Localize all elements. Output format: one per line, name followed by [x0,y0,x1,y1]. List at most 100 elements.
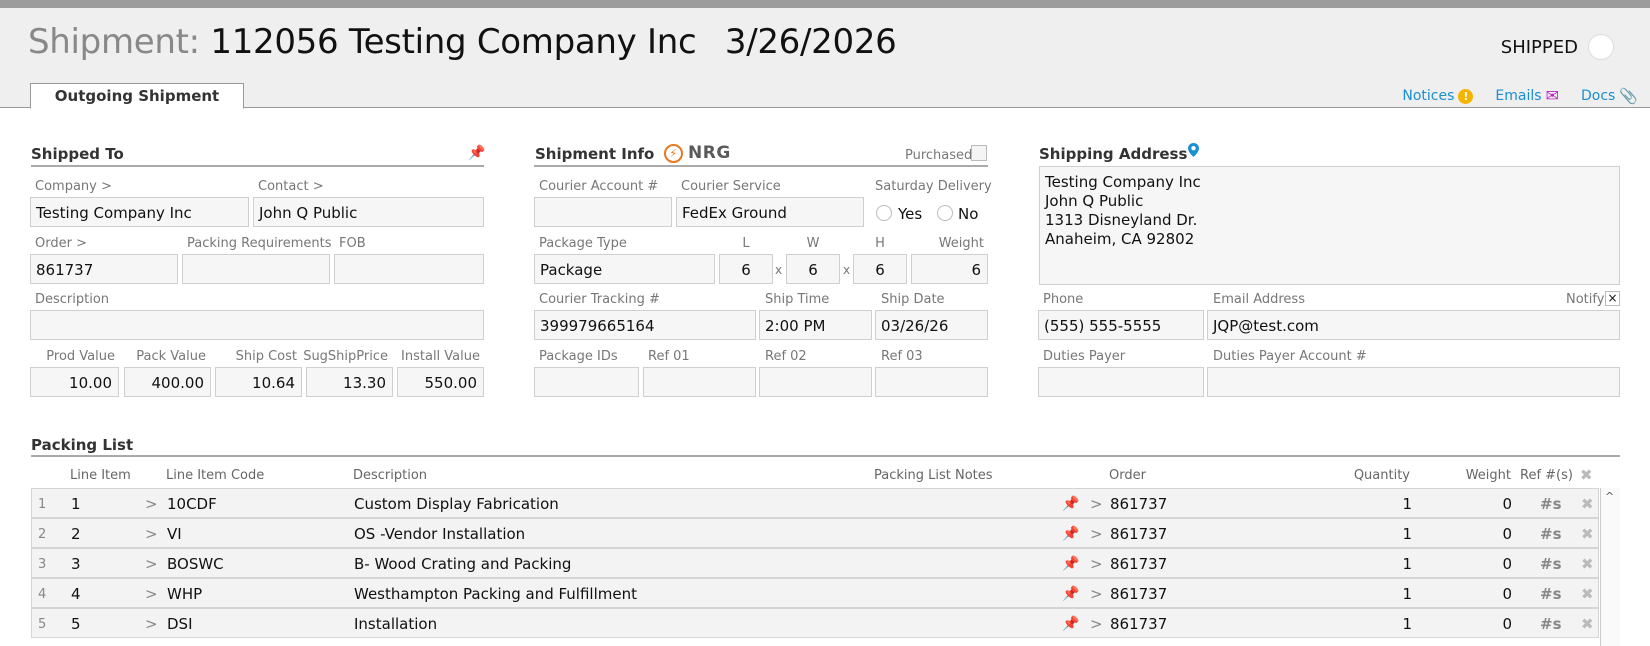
duties-payer-field[interactable] [1038,367,1204,397]
weight-field[interactable]: 6 [911,254,988,284]
line-item-description: OS -Vendor Installation [354,525,526,543]
install-value-field[interactable]: 550.00 [397,367,484,397]
pin-icon[interactable]: 📌 [1062,556,1079,572]
duties-payer-account-field[interactable] [1207,367,1620,397]
pack-value-field[interactable]: 400.00 [124,367,211,397]
ref-numbers-icon[interactable]: #s [1540,495,1562,513]
courier-account-field[interactable] [534,197,672,227]
col-line-item-code[interactable]: Line Item Code [166,468,264,483]
table-row[interactable]: 5 5 > DSI Installation 📌 >861737 1 0 #s ✖ [31,608,1599,638]
docs-link[interactable]: Docs 📎 [1581,87,1638,105]
company-label[interactable]: Company > [35,179,112,194]
pin-icon[interactable]: 📌 [1062,616,1079,632]
expand-arrow[interactable]: > [145,525,158,543]
order-link-arrow[interactable]: > [1090,555,1103,573]
ref03-label: Ref 03 [881,349,923,364]
col-packing-list-notes[interactable]: Packing List Notes [874,468,993,483]
saturday-no-label: No [958,205,979,223]
shipment-date: 3/26/2026 [724,22,897,62]
courier-tracking-field[interactable]: 399979665164 [534,310,756,340]
tab-outgoing-shipment[interactable]: Outgoing Shipment [30,83,244,109]
line-item-description: Installation [354,615,438,633]
col-description[interactable]: Description [353,468,427,483]
saturday-yes-label: Yes [898,205,923,223]
sug-ship-price-label: SugShipPrice [303,349,388,364]
company-field[interactable]: Testing Company Inc [30,197,249,227]
email-field[interactable]: JQP@test.com [1207,310,1620,340]
ref-numbers-icon[interactable]: #s [1540,615,1562,633]
height-label: H [875,236,885,251]
table-row[interactable]: 2 2 > VI OS -Vendor Installation 📌 >861737 1 0 #s… [31,518,1599,548]
delete-row-icon[interactable]: ✖ [1581,615,1594,633]
table-row[interactable]: 3 3 > BOSWC B- Wood Crating and Packing 📌 >861… [31,548,1599,578]
order-link-arrow[interactable]: > [1090,525,1103,543]
fob-field[interactable] [334,254,484,284]
purchased-checkbox[interactable] [971,145,987,161]
order-link-arrow[interactable]: > [1090,615,1103,633]
order-number: 861737 [1110,615,1168,633]
ref03-field[interactable] [875,367,988,397]
ref-numbers-icon[interactable]: #s [1540,525,1562,543]
order-link-arrow[interactable]: > [1090,495,1103,513]
expand-arrow[interactable]: > [145,585,158,603]
shipment-info-divider [534,165,988,167]
pin-icon[interactable]: 📌 [468,145,485,161]
delete-row-icon[interactable]: ✖ [1581,525,1594,543]
delete-row-icon[interactable]: ✖ [1581,495,1594,513]
col-weight[interactable]: Weight [1438,468,1511,483]
col-quantity[interactable]: Quantity [1340,468,1410,483]
order-link-arrow[interactable]: > [1090,585,1103,603]
expand-arrow[interactable]: > [145,555,158,573]
packing-list-scrollbar[interactable]: ^ [1600,488,1620,646]
pin-icon[interactable]: 📌 [1062,496,1079,512]
notify-checkbox[interactable]: × [1605,291,1620,306]
phone-label: Phone [1043,292,1084,307]
status-indicator[interactable]: SHIPPED [1501,34,1614,60]
notices-link[interactable]: Notices ! [1402,87,1474,105]
width-field[interactable]: 6 [786,254,840,284]
scroll-up-icon[interactable]: ^ [1605,490,1614,503]
prod-value-field[interactable]: 10.00 [30,367,119,397]
length-field[interactable]: 6 [719,254,773,284]
order-field[interactable]: 861737 [30,254,178,284]
packing-requirements-field[interactable] [182,254,330,284]
pin-icon[interactable]: 📌 [1062,586,1079,602]
weight: 0 [1502,615,1512,633]
emails-link[interactable]: Emails ✉ [1495,87,1559,105]
description-field[interactable] [30,310,484,340]
pin-icon[interactable]: 📌 [1062,526,1079,542]
table-row[interactable]: 1 1 >10CDF Custom Display Fabrication 📌 >8617… [31,488,1599,518]
height-field[interactable]: 6 [853,254,907,284]
order-label[interactable]: Order > [35,236,87,251]
expand-arrow[interactable]: > [145,615,158,633]
courier-service-field[interactable]: FedEx Ground [676,197,864,227]
ship-date-field[interactable]: 03/26/26 [875,310,988,340]
sug-ship-price-field[interactable]: 13.30 [306,367,393,397]
shipping-address-field[interactable]: Testing Company Inc John Q Public 1313 D… [1039,166,1620,285]
saturday-yes-radio[interactable] [876,205,892,221]
package-type-field[interactable]: Package [534,254,715,284]
col-order[interactable]: Order [1109,468,1146,483]
saturday-no-radio[interactable] [937,205,953,221]
delete-all-icon[interactable]: ✖ [1580,466,1593,484]
address-line: 1313 Disneyland Dr. [1045,211,1198,229]
contact-field[interactable]: John Q Public [253,197,484,227]
ship-cost-field[interactable]: 10.64 [215,367,302,397]
table-row[interactable]: 4 4 > WHP Westhampton Packing and Fulfillmen… [31,578,1599,608]
expand-arrow[interactable]: > [145,495,158,513]
ref02-field[interactable] [759,367,872,397]
col-ref-numbers[interactable]: Ref #(s) [1520,468,1573,483]
ref-numbers-icon[interactable]: #s [1540,585,1562,603]
contact-label[interactable]: Contact > [258,179,324,194]
package-ids-field[interactable] [534,367,639,397]
map-pin-icon[interactable] [1188,143,1199,157]
delete-row-icon[interactable]: ✖ [1581,555,1594,573]
ref-numbers-icon[interactable]: #s [1540,555,1562,573]
shipment-info-title: Shipment Info [535,145,655,163]
delete-row-icon[interactable]: ✖ [1581,585,1594,603]
status-toggle[interactable] [1588,34,1614,60]
ref01-field[interactable] [643,367,756,397]
ship-time-field[interactable]: 2:00 PM [759,310,872,340]
phone-field[interactable]: (555) 555-5555 [1038,310,1204,340]
col-line-item[interactable]: Line Item [70,468,131,483]
